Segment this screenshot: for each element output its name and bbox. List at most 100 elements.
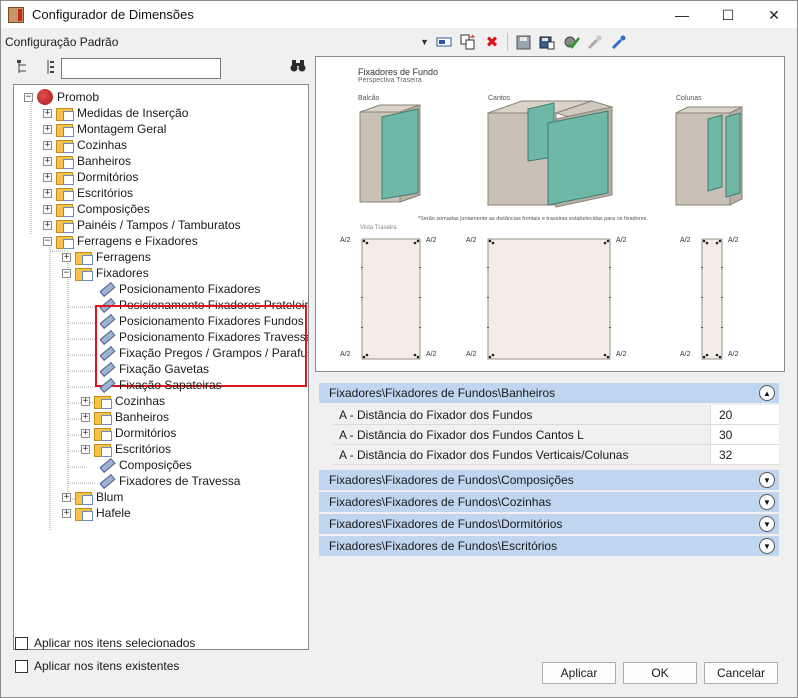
category-label: Fixadores\Fixadores de Fundos\Cozinhas bbox=[329, 495, 552, 509]
rename-icon[interactable] bbox=[433, 32, 455, 52]
tree-item-composicoes[interactable]: + Composições bbox=[43, 201, 150, 217]
export-icon[interactable] bbox=[584, 32, 606, 52]
minimize-button[interactable]: — bbox=[659, 1, 705, 29]
property-value[interactable]: 32 bbox=[711, 448, 732, 462]
expand-down-icon[interactable]: ▼ bbox=[759, 538, 775, 554]
tree-item-escritorios[interactable]: + Escritórios bbox=[43, 185, 133, 201]
tree-item-fixadores-travessa[interactable]: Fixadores de Travessa bbox=[98, 473, 240, 489]
expand-down-icon[interactable]: ▼ bbox=[759, 472, 775, 488]
collapse-tree-icon[interactable] bbox=[41, 58, 59, 76]
tree-item-label: Cozinhas bbox=[77, 138, 128, 152]
expand-expander[interactable]: + bbox=[62, 252, 71, 262]
tree-item-paineis[interactable]: + Painéis / Tampos / Tamburatos bbox=[43, 217, 241, 233]
tree-item-label: Fixadores de Travessa bbox=[119, 474, 241, 488]
collapse-up-icon[interactable]: ▲ bbox=[759, 385, 775, 401]
expand-expander[interactable]: + bbox=[43, 108, 52, 118]
property-row[interactable]: A - Distância do Fixador dos Fundos 20 bbox=[333, 405, 779, 425]
tree-item-dormitorios[interactable]: + Dormitórios bbox=[43, 169, 138, 185]
expand-down-icon[interactable]: ▼ bbox=[759, 494, 775, 510]
colunas-cabinet bbox=[675, 106, 743, 206]
tree-item-fix-cozinhas[interactable]: + Cozinhas bbox=[81, 393, 165, 409]
tree-item-montagem-geral[interactable]: + Montagem Geral bbox=[43, 121, 166, 137]
expand-expander[interactable]: + bbox=[43, 140, 52, 150]
tree-item-fixacao-gavetas[interactable]: Fixação Gavetas bbox=[98, 361, 209, 377]
cancel-button[interactable]: Cancelar bbox=[704, 662, 778, 684]
tree-item-fixadores[interactable]: − Fixadores bbox=[62, 265, 149, 281]
tree-item-promob[interactable]: − Promob bbox=[24, 89, 99, 105]
expand-expander[interactable]: + bbox=[43, 188, 52, 198]
folder-icon bbox=[56, 202, 74, 217]
tree-item-banheiros[interactable]: + Banheiros bbox=[43, 153, 131, 169]
tree-item-fix-dormitorios[interactable]: + Dormitórios bbox=[81, 425, 176, 441]
tree-item-blum[interactable]: + Blum bbox=[62, 489, 123, 505]
apply-selected-checkbox[interactable] bbox=[15, 636, 28, 650]
expand-expander[interactable]: + bbox=[43, 220, 52, 230]
chevron-down-icon: ▼ bbox=[420, 37, 429, 47]
collapse-expander[interactable]: − bbox=[43, 236, 52, 246]
balcao-cabinet bbox=[359, 104, 421, 203]
category-composicoes[interactable]: Fixadores\Fixadores de Fundos\Composiçõe… bbox=[319, 470, 779, 490]
expand-expander[interactable]: + bbox=[81, 396, 90, 406]
folder-icon bbox=[56, 138, 74, 153]
tree-item-cozinhas[interactable]: + Cozinhas bbox=[43, 137, 127, 153]
save-as-icon[interactable] bbox=[536, 32, 558, 52]
expand-tree-icon[interactable] bbox=[15, 58, 33, 76]
dim-label: A/2 bbox=[728, 237, 739, 244]
copy-icon[interactable] bbox=[457, 32, 479, 52]
dim-label: A/2 bbox=[680, 237, 691, 244]
property-value[interactable]: 20 bbox=[711, 408, 732, 422]
maximize-button[interactable]: ☐ bbox=[705, 1, 751, 29]
tree-view[interactable]: − Promob + Medidas de Inserção + Montage… bbox=[13, 84, 309, 650]
dim-label: A/2 bbox=[616, 237, 627, 244]
expand-expander[interactable]: + bbox=[81, 428, 90, 438]
close-button[interactable]: ✕ bbox=[751, 1, 797, 29]
folder-icon bbox=[56, 234, 74, 249]
category-cozinhas[interactable]: Fixadores\Fixadores de Fundos\Cozinhas ▼ bbox=[319, 492, 779, 512]
property-value[interactable]: 30 bbox=[711, 428, 732, 442]
apply-button[interactable]: Aplicar bbox=[542, 662, 616, 684]
tree-item-label: Fixadores bbox=[96, 266, 149, 280]
collapse-expander[interactable]: − bbox=[62, 268, 71, 278]
ok-button[interactable]: OK bbox=[623, 662, 697, 684]
apply-selected-option[interactable]: Aplicar nos itens selecionados bbox=[15, 636, 195, 650]
delete-icon[interactable]: ✖ bbox=[481, 32, 503, 52]
apply-existing-checkbox[interactable] bbox=[15, 659, 28, 673]
expand-expander[interactable]: + bbox=[81, 412, 90, 422]
category-escritorios[interactable]: Fixadores\Fixadores de Fundos\Escritório… bbox=[319, 536, 779, 556]
tree-item-posicionamento-fixadores[interactable]: Posicionamento Fixadores bbox=[98, 281, 260, 297]
binoculars-icon[interactable] bbox=[290, 59, 306, 76]
property-row[interactable]: A - Distância do Fixador dos Fundos Cant… bbox=[333, 425, 779, 445]
tree-item-label: Ferragens e Fixadores bbox=[77, 234, 198, 248]
import-icon[interactable] bbox=[608, 32, 630, 52]
property-row[interactable]: A - Distância do Fixador dos Fundos Vert… bbox=[333, 445, 779, 465]
expand-expander[interactable]: + bbox=[43, 204, 52, 214]
tree-item-label: Escritórios bbox=[77, 186, 134, 200]
expand-expander[interactable]: + bbox=[43, 124, 52, 134]
tree-item-fixacao-sapateiras[interactable]: Fixação Sapateiras bbox=[98, 377, 222, 393]
collapse-expander[interactable]: − bbox=[24, 92, 33, 102]
expand-expander[interactable]: + bbox=[43, 156, 52, 166]
tree-item-fix-composicoes[interactable]: Composições bbox=[98, 457, 192, 473]
tree-item-ferragens[interactable]: + Ferragens bbox=[62, 249, 151, 265]
property-name: A - Distância do Fixador dos Fundos Cant… bbox=[333, 425, 711, 444]
save-icon[interactable] bbox=[512, 32, 534, 52]
tree-item-medidas-insercao[interactable]: + Medidas de Inserção bbox=[43, 105, 188, 121]
apply-existing-label: Aplicar nos itens existentes bbox=[34, 659, 180, 673]
tree-item-fix-escritorios[interactable]: + Escritórios bbox=[81, 441, 171, 457]
tree-tools bbox=[15, 58, 59, 76]
tree-item-hafele[interactable]: + Hafele bbox=[62, 505, 131, 521]
apply-existing-option[interactable]: Aplicar nos itens existentes bbox=[15, 659, 179, 673]
category-banheiros[interactable]: Fixadores\Fixadores de Fundos\Banheiros … bbox=[319, 383, 779, 403]
tree-item-fix-banheiros[interactable]: + Banheiros bbox=[81, 409, 169, 425]
dim-label: A/2 bbox=[728, 351, 739, 358]
expand-expander[interactable]: + bbox=[43, 172, 52, 182]
configuration-select[interactable]: Configuração Padrão ▼ bbox=[5, 32, 431, 52]
expand-down-icon[interactable]: ▼ bbox=[759, 516, 775, 532]
expand-expander[interactable]: + bbox=[62, 508, 71, 518]
tree-search-input[interactable] bbox=[61, 58, 221, 79]
apply-settings-icon[interactable] bbox=[560, 32, 582, 52]
expand-expander[interactable]: + bbox=[81, 444, 90, 454]
tree-item-ferragens-fixadores[interactable]: − Ferragens e Fixadores bbox=[43, 233, 198, 249]
category-dormitorios[interactable]: Fixadores\Fixadores de Fundos\Dormitório… bbox=[319, 514, 779, 534]
expand-expander[interactable]: + bbox=[62, 492, 71, 502]
